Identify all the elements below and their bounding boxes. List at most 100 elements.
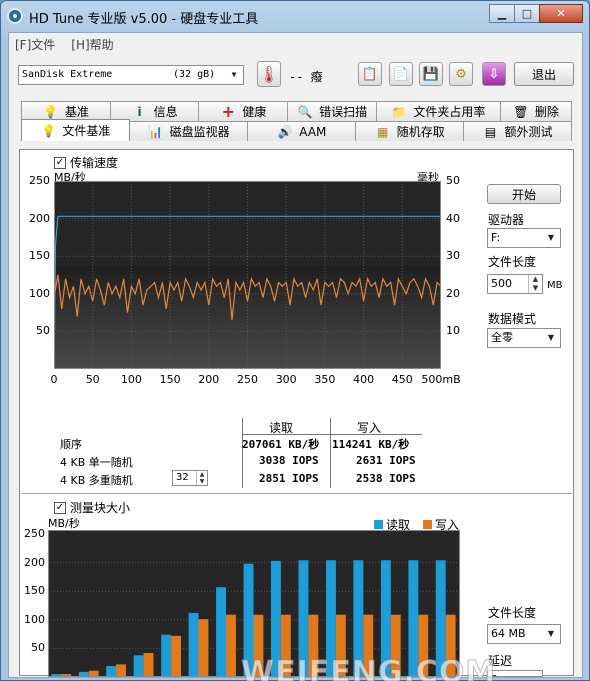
block-size-checkbox[interactable]: ✓ 测量块大小 bbox=[54, 499, 130, 516]
y-left-tick: 150 bbox=[29, 249, 50, 263]
title-bar[interactable]: HD Tune 专业版 v5.00 - 硬盘专业工具 ▁ □ ✕ bbox=[1, 1, 589, 31]
row-label: 4 KB 多重随机 bbox=[60, 474, 133, 487]
tab-folder-usage[interactable]: 📁 文件夹占用率 bbox=[375, 101, 501, 121]
bar-write bbox=[171, 635, 181, 677]
options-button[interactable]: ⚙ bbox=[449, 62, 473, 86]
app-window: HD Tune 专业版 v5.00 - 硬盘专业工具 ▁ □ ✕ [F]文件 [… bbox=[0, 0, 590, 681]
tab-label: 基准 bbox=[64, 105, 89, 119]
data-mode-select[interactable]: 全零 ▼ bbox=[487, 328, 561, 348]
block-y-unit: MB/秒 bbox=[48, 517, 80, 530]
bar-read bbox=[133, 655, 144, 677]
bar-read bbox=[188, 612, 199, 677]
bar-read bbox=[216, 587, 226, 677]
tabs-row-2: 💡 文件基准 📊 磁盘监视器 🔊 AAM ▦ 随机存取 ▤ 额外测试 bbox=[21, 119, 572, 141]
data-mode-label: 数据模式 bbox=[488, 312, 537, 326]
y-left-tick: 100 bbox=[29, 286, 50, 300]
start-button[interactable]: 开始 bbox=[487, 184, 561, 204]
options-icon: ⚙ bbox=[455, 66, 467, 82]
tab-error-scan[interactable]: 🔍 错误扫描 bbox=[287, 101, 377, 121]
file-length-stepper[interactable]: 500 ▲ ▼ bbox=[487, 274, 543, 294]
table-row: 顺序 207061 KB/秒 114241 KB/秒 bbox=[60, 436, 432, 453]
y-left-tick: 250 bbox=[29, 174, 50, 187]
tab-disk-monitor[interactable]: 📊 磁盘监视器 bbox=[128, 121, 249, 141]
tab-label: AAM bbox=[299, 124, 327, 139]
transfer-chart bbox=[54, 181, 441, 369]
table-row: 4 KB 单一随机 3038 IOPS 2631 IOPS bbox=[60, 454, 432, 471]
tab-benchmark[interactable]: 💡 基准 bbox=[21, 101, 111, 121]
download-button[interactable]: ⇩ bbox=[482, 62, 506, 86]
health-cross-icon: + bbox=[221, 102, 236, 121]
copy-text-button[interactable]: 📋 bbox=[358, 62, 382, 86]
x-tick: 300 bbox=[275, 373, 297, 386]
minimize-button[interactable]: ▁ bbox=[489, 4, 515, 23]
save-icon: 💾 bbox=[422, 66, 440, 82]
drive-name: SanDisk Extreme bbox=[22, 69, 113, 80]
spin-arrows-icon[interactable]: ▲ ▼ bbox=[196, 471, 207, 485]
legend-read-swatch bbox=[374, 520, 383, 529]
scatter-grid-icon: ▦ bbox=[377, 124, 389, 139]
maximize-button[interactable]: □ bbox=[514, 4, 540, 23]
y-left-tick: 200 bbox=[29, 211, 50, 225]
bar-read bbox=[161, 634, 172, 677]
file-length-unit: MB bbox=[547, 280, 563, 291]
spin-arrows-icon[interactable]: ▲ ▼ bbox=[528, 275, 542, 293]
trash-icon: 🗑 bbox=[513, 104, 529, 119]
bar-write bbox=[198, 619, 209, 677]
download-icon: ⇩ bbox=[488, 66, 500, 82]
tab-info[interactable]: i 信息 bbox=[109, 101, 200, 121]
save-button[interactable]: 💾 bbox=[419, 62, 443, 86]
tab-label: 文件夹占用率 bbox=[413, 105, 486, 119]
tab-health[interactable]: + 健康 bbox=[198, 101, 289, 121]
chevron-down-icon: ▼ bbox=[547, 333, 555, 342]
tab-label: 健康 bbox=[242, 105, 267, 119]
tab-label: 错误扫描 bbox=[319, 105, 368, 119]
drive-letter-select[interactable]: F: ▼ bbox=[487, 228, 561, 248]
menu-file[interactable]: [F]文件 bbox=[15, 36, 55, 53]
read-value: 207061 KB/秒 bbox=[242, 438, 320, 451]
block-file-length-select[interactable]: 64 MB ▼ bbox=[487, 624, 561, 644]
copy-screen-button[interactable]: 📄 bbox=[389, 62, 413, 86]
block-file-length-label: 文件长度 bbox=[488, 606, 537, 620]
x-tick: 250 bbox=[237, 373, 258, 386]
y-right-tick: 40 bbox=[446, 211, 460, 225]
info-icon: i bbox=[137, 104, 142, 119]
magnifier-icon: 🔍 bbox=[297, 104, 313, 119]
bar-write bbox=[116, 664, 126, 677]
tab-label: 随机存取 bbox=[396, 125, 445, 139]
file-benchmark-panel: ✓ 传输速度 MB/秒 毫秒 250 200 150 100 50 50 40 30 20 10… bbox=[19, 149, 574, 678]
tab-aam[interactable]: 🔊 AAM bbox=[247, 121, 357, 141]
folder-icon: 📁 bbox=[391, 104, 407, 119]
drive-label: 驱动器 bbox=[488, 213, 525, 227]
file-length-label: 文件长度 bbox=[488, 255, 537, 269]
tab-erase[interactable]: 🗑 删除 bbox=[499, 101, 572, 121]
x-tick: 100 bbox=[120, 373, 142, 386]
tab-label: 磁盘监视器 bbox=[169, 125, 230, 139]
menu-help[interactable]: [H]帮助 bbox=[71, 36, 113, 53]
x-tick: 400 bbox=[353, 373, 375, 386]
tab-file-benchmark[interactable]: 💡 文件基准 bbox=[21, 119, 130, 141]
chevron-down-icon: ▼ bbox=[547, 629, 555, 638]
x-tick: 450 bbox=[391, 373, 413, 386]
read-value: 2851 IOPS bbox=[259, 472, 319, 485]
table-row: 4 KB 多重随机 2851 IOPS 2538 IOPS bbox=[60, 472, 432, 489]
y-right-tick: 30 bbox=[446, 249, 460, 263]
thermometer-icon[interactable]: 🌡 bbox=[257, 61, 281, 87]
menu-bar: [F]文件 [H]帮助 bbox=[9, 33, 582, 55]
queue-depth-stepper[interactable]: 32 ▲ ▼ bbox=[172, 470, 208, 486]
col-read-header: 读取 bbox=[269, 421, 294, 435]
block-size-label: 测量块大小 bbox=[70, 501, 131, 515]
tab-random-access[interactable]: ▦ 随机存取 bbox=[355, 121, 465, 141]
minimize-icon: ▁ bbox=[497, 7, 507, 20]
tab-extra-tests[interactable]: ▤ 额外测试 bbox=[463, 121, 572, 141]
close-button[interactable]: ✕ bbox=[539, 4, 583, 23]
exit-button[interactable]: 退出 bbox=[514, 62, 574, 86]
tab-label: 删除 bbox=[534, 105, 559, 119]
y-right-tick: 20 bbox=[446, 286, 460, 300]
queue-depth-value: 32 bbox=[176, 472, 189, 483]
drive-dropdown[interactable]: SanDisk Extreme (32 gB) ▼ bbox=[18, 65, 244, 85]
close-icon: ✕ bbox=[556, 7, 566, 20]
block-y-tick: 250 bbox=[24, 527, 45, 540]
checkmark-icon: ✓ bbox=[54, 501, 66, 514]
y-right-tick: 50 bbox=[446, 174, 460, 187]
col-write-header: 写入 bbox=[357, 421, 382, 435]
